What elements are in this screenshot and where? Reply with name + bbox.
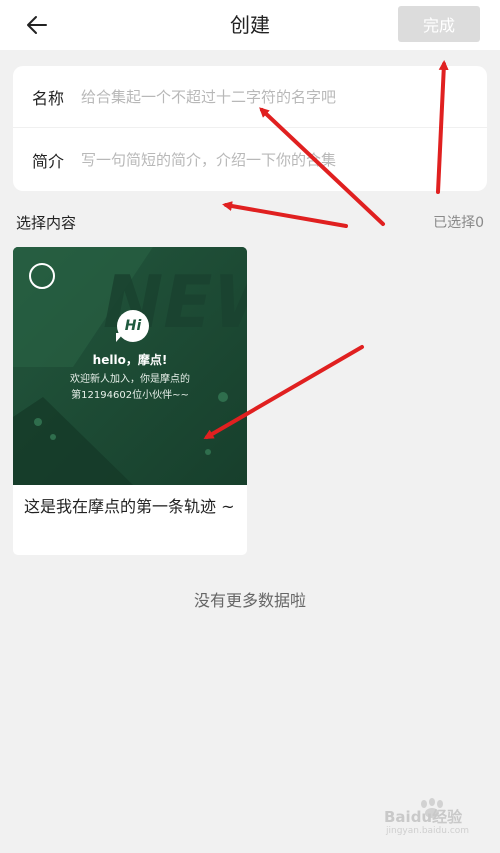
selected-count: 已选择0	[433, 215, 484, 231]
intro-input[interactable]	[81, 140, 487, 180]
intro-label: 简介	[32, 152, 65, 171]
no-more-data-text: 没有更多数据啦	[193, 591, 306, 610]
hi-chat-bubble-icon: Hi	[117, 310, 149, 342]
select-checkbox[interactable]	[29, 263, 55, 289]
collection-form-card: 名称 简介	[13, 66, 487, 191]
select-content-title: 选择内容	[16, 214, 77, 232]
name-input[interactable]	[81, 76, 487, 117]
content-thumbnail: NEW Hi hello，摩点! 欢迎新人加入，你是摩点的 第12194602位…	[13, 247, 247, 485]
thumbnail-member-number: 第12194602位小伙伴~~	[71, 390, 189, 401]
top-bar: 创建 完成	[0, 0, 500, 50]
done-button[interactable]: 完成	[398, 6, 480, 42]
content-item-card[interactable]: NEW Hi hello，摩点! 欢迎新人加入，你是摩点的 第12194602位…	[13, 247, 247, 555]
watermark-url: jingyan.baidu.com	[386, 826, 470, 836]
thumbnail-greeting: hello，摩点!	[92, 353, 168, 367]
watermark-text: Baidu经验	[384, 808, 463, 826]
thumbnail-welcome-line: 欢迎新人加入，你是摩点的	[70, 374, 190, 385]
content-caption: 这是我在摩点的第一条轨迹 ~	[24, 497, 235, 516]
name-row: 名称	[13, 66, 487, 128]
arrow-to-intro-row	[222, 201, 348, 228]
name-label: 名称	[32, 88, 65, 108]
intro-row: 简介	[13, 129, 487, 191]
